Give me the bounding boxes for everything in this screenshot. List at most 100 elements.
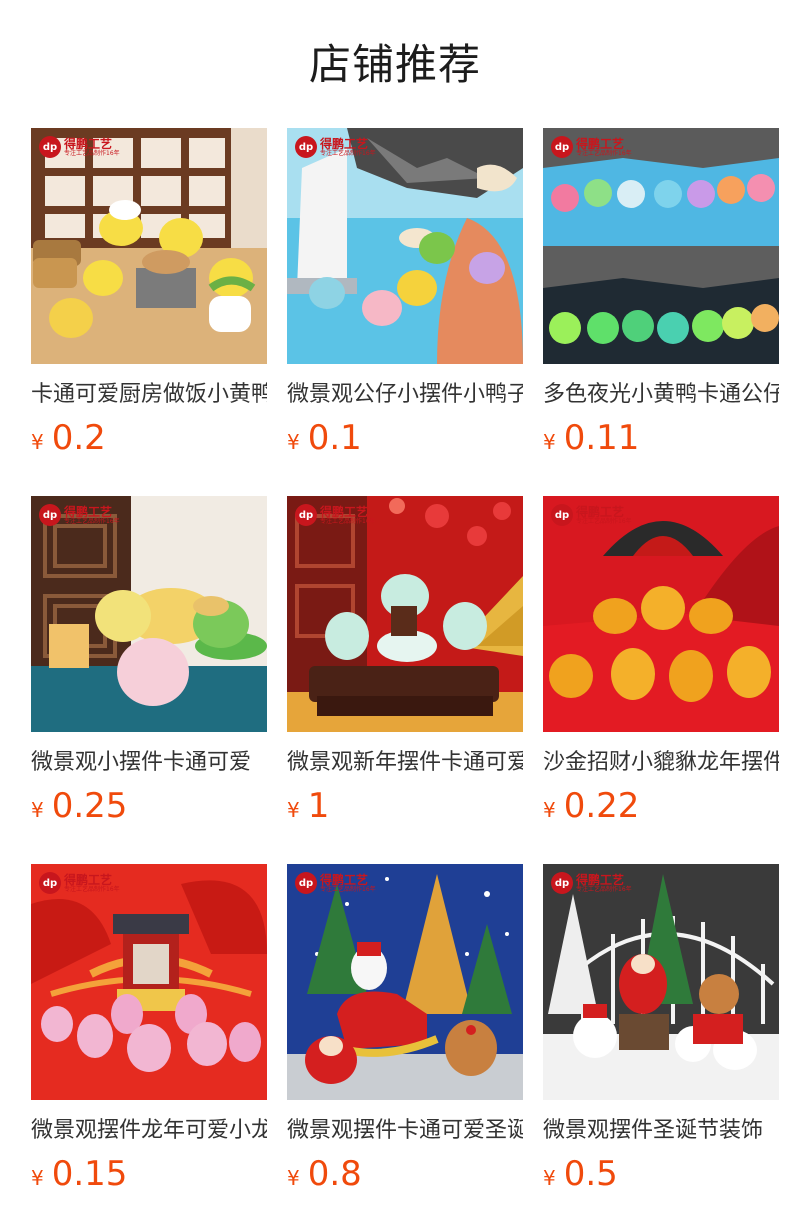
product-price: ¥0.5 (543, 1154, 618, 1194)
brand-name: 得鹏工艺 (64, 504, 113, 519)
brand-name: 得鹏工艺 (576, 136, 625, 151)
price-amount: 0.11 (563, 418, 640, 458)
product-price: ¥0.8 (287, 1154, 362, 1194)
product-title[interactable]: 微景观新年摆件卡通可爱 (287, 747, 523, 779)
product-price: ¥1 (287, 786, 329, 826)
brand-subtitle: 专注工艺品制作16年 (576, 517, 632, 525)
product-title[interactable]: 卡通可爱厨房做饭小黄鸭 (31, 379, 267, 411)
product-title[interactable]: 微景观公仔小摆件小鸭子 (287, 379, 523, 411)
brand-subtitle: 专注工艺品制作16年 (576, 149, 632, 157)
brand-mark: dp (295, 136, 317, 158)
gold-pixiu-figurine-icon (543, 496, 779, 732)
product-title[interactable]: 微景观摆件龙年可爱小龙 (31, 1115, 267, 1147)
product-title[interactable]: 微景观摆件圣诞节装饰 (543, 1115, 779, 1147)
brand-subtitle: 专注工艺品制作16年 (320, 885, 376, 893)
christmas-sleigh-figurine-icon (287, 864, 523, 1100)
currency-symbol: ¥ (543, 798, 556, 822)
product-card[interactable]: dp 得鹏工艺 专注工艺品制作16年 沙金招财小貔貅龙年摆件 ¥0.22 (543, 496, 779, 864)
price-amount: 0.15 (51, 1154, 128, 1194)
product-title[interactable]: 微景观小摆件卡通可爱 (31, 747, 267, 779)
store-recommendations-page: 店铺推荐 dp 得鹏工艺 专注工艺品制作16年 卡通可爱厨房做饭小黄鸭 ¥ 0.… (0, 0, 790, 1232)
product-price: ¥0.1 (287, 418, 362, 458)
brand-mark: dp (295, 872, 317, 894)
brand-name: 得鹏工艺 (320, 136, 369, 151)
brand-logo: dp 得鹏工艺 专注工艺品制作16年 (39, 504, 120, 526)
product-card[interactable]: dp 得鹏工艺 专注工艺品制作16年 微景观摆件龙年可爱小龙 ¥0.15 (31, 864, 267, 1232)
price-amount: 0.1 (307, 418, 362, 458)
product-card[interactable]: dp 得鹏工艺 专注工艺品制作16年 多色夜光小黄鸭卡通公仔 ¥0.11 (543, 128, 779, 496)
product-card[interactable]: dp 得鹏工艺 专注工艺品制作16年 微景观公仔小摆件小鸭子 ¥0.1 (287, 128, 523, 496)
brand-logo: dp 得鹏工艺 专注工艺品制作16年 (551, 136, 632, 158)
product-image[interactable]: dp 得鹏工艺 专注工艺品制作16年 (543, 128, 779, 364)
product-card[interactable]: dp 得鹏工艺 专注工艺品制作16年 微景观小摆件卡通可爱 ¥0.25 (31, 496, 267, 864)
product-price: ¥0.2 (31, 418, 106, 458)
brand-subtitle: 专注工艺品制作16年 (320, 517, 376, 525)
product-title[interactable]: 多色夜光小黄鸭卡通公仔 (543, 379, 779, 411)
currency-symbol: ¥ (287, 1166, 300, 1190)
product-title[interactable]: 微景观摆件卡通可爱圣诞 (287, 1115, 523, 1147)
currency-symbol: ¥ (31, 798, 44, 822)
brand-name: 得鹏工艺 (576, 872, 625, 887)
currency-symbol: ¥ (543, 430, 556, 454)
brand-name: 得鹏工艺 (64, 136, 113, 151)
currency-symbol: ¥ (287, 798, 300, 822)
brand-subtitle: 专注工艺品制作16年 (64, 885, 120, 893)
product-image[interactable]: dp 得鹏工艺 专注工艺品制作16年 (31, 128, 267, 364)
product-grid: dp 得鹏工艺 专注工艺品制作16年 卡通可爱厨房做饭小黄鸭 ¥0.2 dp 得… (31, 128, 779, 1232)
product-image[interactable]: dp 得鹏工艺 专注工艺品制作16年 (287, 496, 523, 732)
product-image[interactable]: dp 得鹏工艺 专注工艺品制作16年 (31, 496, 267, 732)
brand-logo: dp 得鹏工艺 专注工艺品制作16年 (551, 504, 632, 526)
product-price: ¥0.22 (543, 786, 639, 826)
price-amount: 1 (307, 786, 330, 826)
brand-mark: dp (551, 872, 573, 894)
product-price: ¥0.15 (31, 1154, 127, 1194)
price-amount: 0.8 (307, 1154, 362, 1194)
brand-mark: dp (295, 504, 317, 526)
product-card[interactable]: dp 得鹏工艺 专注工艺品制作16年 卡通可爱厨房做饭小黄鸭 ¥0.2 (31, 128, 267, 496)
new-year-dragon-figurine-icon (287, 496, 523, 732)
product-image[interactable]: dp 得鹏工艺 专注工艺品制作16年 (287, 128, 523, 364)
brand-name: 得鹏工艺 (320, 504, 369, 519)
brand-name: 得鹏工艺 (320, 872, 369, 887)
product-image[interactable]: dp 得鹏工艺 专注工艺品制作16年 (543, 864, 779, 1100)
page-title: 店铺推荐 (308, 40, 481, 89)
beach-duck-figurine-icon (287, 128, 523, 364)
brand-logo: dp 得鹏工艺 专注工艺品制作16年 (551, 872, 632, 894)
currency-symbol: ¥ (543, 1166, 556, 1190)
product-price: ¥0.25 (31, 786, 127, 826)
pink-dragon-figurine-icon (31, 864, 267, 1100)
brand-logo: dp 得鹏工艺 专注工艺品制作16年 (295, 872, 376, 894)
product-card[interactable]: dp 得鹏工艺 专注工艺品制作16年 微景观摆件卡通可爱圣诞 ¥0.8 (287, 864, 523, 1232)
brand-subtitle: 专注工艺品制作16年 (64, 149, 120, 157)
product-image[interactable]: dp 得鹏工艺 专注工艺品制作16年 (543, 496, 779, 732)
brand-name: 得鹏工艺 (64, 872, 113, 887)
brand-subtitle: 专注工艺品制作16年 (64, 517, 120, 525)
brand-logo: dp 得鹏工艺 专注工艺品制作16年 (295, 136, 376, 158)
currency-symbol: ¥ (287, 430, 300, 454)
brand-subtitle: 专注工艺品制作16年 (320, 149, 376, 157)
currency-symbol: ¥ (31, 1166, 44, 1190)
brand-mark: dp (551, 136, 573, 158)
product-card[interactable]: dp 得鹏工艺 专注工艺品制作16年 微景观新年摆件卡通可爱 ¥1 (287, 496, 523, 864)
product-image[interactable]: dp 得鹏工艺 专注工艺品制作16年 (287, 864, 523, 1100)
glow-duck-figurine-icon (543, 128, 779, 364)
brand-mark: dp (551, 504, 573, 526)
bun-figurine-icon (31, 496, 267, 732)
brand-mark: dp (39, 872, 61, 894)
product-image[interactable]: dp 得鹏工艺 专注工艺品制作16年 (31, 864, 267, 1100)
price-amount: 0.2 (51, 418, 106, 458)
brand-name: 得鹏工艺 (576, 504, 625, 519)
product-price: ¥0.11 (543, 418, 639, 458)
brand-subtitle: 专注工艺品制作16年 (576, 885, 632, 893)
price-amount: 0.25 (51, 786, 128, 826)
currency-symbol: ¥ (31, 430, 44, 454)
product-card[interactable]: dp 得鹏工艺 专注工艺品制作16年 微景观摆件圣诞节装饰 ¥0.5 (543, 864, 779, 1232)
duck-kitchen-figurine-icon (31, 128, 267, 364)
product-title[interactable]: 沙金招财小貔貅龙年摆件 (543, 747, 779, 779)
price-amount: 0.5 (563, 1154, 618, 1194)
brand-mark: dp (39, 504, 61, 526)
snowman-figurine-icon (543, 864, 779, 1100)
brand-mark: dp (39, 136, 61, 158)
brand-logo: dp 得鹏工艺 专注工艺品制作16年 (39, 872, 120, 894)
price-amount: 0.22 (563, 786, 640, 826)
